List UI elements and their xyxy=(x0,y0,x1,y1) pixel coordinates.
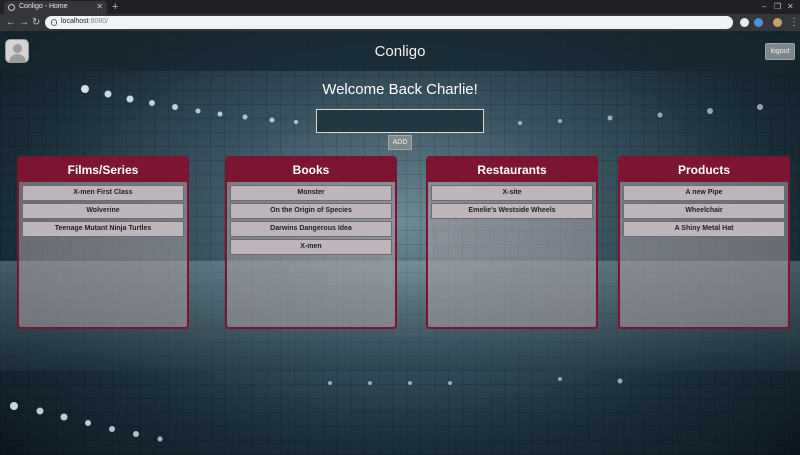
back-icon[interactable]: ← xyxy=(6,16,16,29)
list-item[interactable]: X-men xyxy=(230,239,392,255)
list-item[interactable]: Emelie's Westside Wheels xyxy=(431,203,593,219)
item-list: X-site Emelie's Westside Wheels xyxy=(428,182,596,219)
new-tab-button[interactable]: + xyxy=(112,0,118,14)
forward-icon[interactable]: → xyxy=(19,16,29,29)
restore-icon[interactable]: ❐ xyxy=(774,1,781,13)
address-bar[interactable]: localhost:8080/ xyxy=(45,16,733,29)
list-item[interactable]: X-site xyxy=(431,185,593,201)
close-tab-icon[interactable]: ✕ xyxy=(96,2,103,12)
globe-icon xyxy=(8,4,15,11)
extension-icon[interactable] xyxy=(754,18,763,27)
browser-menu-icon[interactable]: ⋮ xyxy=(789,16,799,29)
panel-title: Restaurants xyxy=(428,158,596,182)
list-item[interactable]: X-men First Class xyxy=(22,185,184,201)
item-list: X-men First Class Wolverine Teenage Muta… xyxy=(19,182,187,237)
browser-tab-strip: Conligo - Home ✕ + – ❐ ✕ xyxy=(0,0,800,14)
list-item[interactable]: Wheelchair xyxy=(623,203,785,219)
list-item[interactable]: A new Pipe xyxy=(623,185,785,201)
browser-tab[interactable]: Conligo - Home ✕ xyxy=(4,1,107,14)
welcome-message: Welcome Back Charlie! xyxy=(322,81,478,98)
minimize-icon[interactable]: – xyxy=(762,1,766,13)
add-item-input[interactable] xyxy=(316,109,484,133)
url-text: localhost:8080/ xyxy=(61,18,109,25)
list-item[interactable]: A Shiny Metal Hat xyxy=(623,221,785,237)
page-background: Conligo logout Welcome Back Charlie! ADD… xyxy=(0,31,800,455)
add-button[interactable]: ADD xyxy=(388,135,412,150)
panel-books: Books Monster On the Origin of Species D… xyxy=(225,156,397,329)
list-item[interactable]: Wolverine xyxy=(22,203,184,219)
panel-title: Books xyxy=(227,158,395,182)
item-list: A new Pipe Wheelchair A Shiny Metal Hat xyxy=(620,182,788,237)
list-item[interactable]: Monster xyxy=(230,185,392,201)
panel-title: Films/Series xyxy=(19,158,187,182)
app-title: Conligo xyxy=(374,43,426,60)
app-header: Conligo logout xyxy=(0,31,800,71)
panel-products: Products A new Pipe Wheelchair A Shiny M… xyxy=(618,156,790,329)
tab-title: Conligo - Home xyxy=(19,3,68,10)
panel-title: Products xyxy=(620,158,788,182)
list-item[interactable]: On the Origin of Species xyxy=(230,203,392,219)
logout-button[interactable]: logout xyxy=(765,43,795,60)
panel-restaurants: Restaurants X-site Emelie's Westside Whe… xyxy=(426,156,598,329)
reload-icon[interactable]: ↻ xyxy=(32,16,40,29)
browser-toolbar: ← → ↻ localhost:8080/ ⋮ xyxy=(0,14,800,31)
list-item[interactable]: Darwins Dangerous Idea xyxy=(230,221,392,237)
extension-icon[interactable] xyxy=(740,18,749,27)
profile-icon[interactable] xyxy=(773,18,782,27)
close-window-icon[interactable]: ✕ xyxy=(787,1,794,13)
info-icon[interactable] xyxy=(51,19,57,26)
list-item[interactable]: Teenage Mutant Ninja Turtles xyxy=(22,221,184,237)
item-list: Monster On the Origin of Species Darwins… xyxy=(227,182,395,255)
panel-films-series: Films/Series X-men First Class Wolverine… xyxy=(17,156,189,329)
